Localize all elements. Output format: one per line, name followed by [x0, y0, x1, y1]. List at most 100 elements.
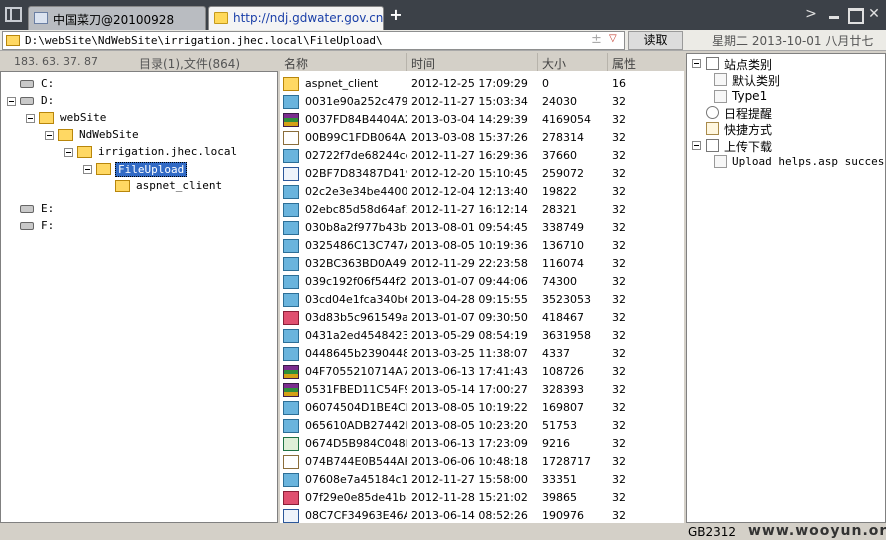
file-size: 136710 [542, 239, 584, 252]
file-row[interactable]: 08C7CF34963E46A... 2013-06-14 08:52:26 190… [280, 507, 684, 523]
file-row[interactable]: 06074504D1BE4CF... 2013-08-05 10:19:22 169… [280, 399, 684, 417]
file-row[interactable]: 07608e7a45184c1... 2012-11-27 15:58:00 333… [280, 471, 684, 489]
hand-icon [706, 122, 719, 136]
file-row[interactable]: 065610ADB27442B... 2013-08-05 10:23:20 517… [280, 417, 684, 435]
file-time: 2013-04-28 09:15:55 [411, 293, 528, 306]
file-row[interactable]: 032BC363BD0A49... 2012-11-29 22:23:58 1160… [280, 255, 684, 273]
collapse-icon[interactable] [7, 97, 16, 106]
file-size: 418467 [542, 311, 584, 324]
file-row[interactable]: 02BF7D83487D419... 2012-12-20 15:10:45 259… [280, 165, 684, 183]
file-row[interactable]: 03d83b5c961549af... 2013-01-07 09:30:50 41… [280, 309, 684, 327]
file-row[interactable]: 074B744E0B544AF... 2013-06-06 10:48:18 172… [280, 453, 684, 471]
file-row[interactable]: 0531FBED11C54F9... 2013-05-14 17:00:27 328… [280, 381, 684, 399]
close-icon[interactable]: ✕ [866, 6, 882, 22]
collapse-icon[interactable] [692, 140, 701, 150]
new-tab-button[interactable]: + [388, 6, 404, 24]
file-row[interactable]: 02c2e3e34be4400... 2012-12-04 12:13:40 198… [280, 183, 684, 201]
status-bar: GB2312 www.wooyun.org [0, 523, 886, 540]
chevron-down-icon[interactable]: ▽ [609, 33, 617, 44]
path-input[interactable]: D:\webSite\NdWebSite\irrigation.jhec.loc… [2, 31, 625, 50]
read-button[interactable]: 读取 [628, 31, 683, 50]
file-row[interactable]: 04F7055210714A7... 2013-06-13 17:41:43 108… [280, 363, 684, 381]
folder-icon [96, 163, 111, 175]
column-attr[interactable]: 属性 [608, 53, 684, 71]
minimize-icon[interactable] [826, 6, 842, 22]
file-name: 0674D5B984C048E... [305, 437, 407, 450]
file-time: 2013-03-08 15:37:26 [411, 131, 528, 144]
file-row[interactable]: 02722f7de68244cc... 2012-11-27 16:29:36 37… [280, 147, 684, 165]
file-attr: 32 [612, 347, 626, 360]
file-attr: 32 [612, 329, 626, 342]
file-row[interactable]: 0037FD84B4404A2... 2013-03-04 14:29:39 416… [280, 111, 684, 129]
file-name: 00B99C1FDB064A... [305, 131, 407, 144]
file-time: 2013-06-13 17:41:43 [411, 365, 528, 378]
file-size: 33351 [542, 473, 577, 486]
collapse-icon[interactable] [45, 131, 54, 140]
file-row[interactable]: 03cd04e1fca340b6... 2013-04-28 09:15:55 35… [280, 291, 684, 309]
date-display: 星期二 2013-10-01 八月廿七 [712, 34, 874, 48]
file-list[interactable]: aspnet_client 2012-12-25 17:09:29 0 16 0031e… [280, 71, 684, 523]
collapse-icon[interactable] [64, 148, 73, 157]
rar-file-icon [283, 365, 299, 379]
maximize-icon[interactable] [846, 6, 864, 24]
file-row[interactable]: 02ebc85d58d64af1... 2012-11-27 16:12:14 28… [280, 201, 684, 219]
file-name: 02ebc85d58d64af1... [305, 203, 407, 216]
side-tree-label: 默认类别 [732, 74, 781, 89]
file-size: 1728717 [542, 455, 591, 468]
file-attr: 32 [612, 437, 626, 450]
tree-node-label: irrigation.jhec.local [98, 145, 238, 158]
file-time: 2013-06-13 17:23:09 [411, 437, 528, 450]
collapse-icon[interactable] [26, 114, 35, 123]
jpg-file-icon [283, 275, 299, 289]
category-icon [706, 138, 719, 152]
jpg-file-icon [283, 401, 299, 415]
file-size: 4169054 [542, 113, 591, 126]
file-row[interactable]: 039c192f06f544f2a... 2013-01-07 09:44:06 7… [280, 273, 684, 291]
clock-icon [706, 105, 719, 119]
file-time: 2012-12-25 17:09:29 [411, 77, 528, 90]
file-row[interactable]: 030b8a2f977b43bf... 2013-08-01 09:54:45 33… [280, 219, 684, 237]
collapse-icon[interactable] [83, 165, 92, 174]
file-row[interactable]: 07f29e0e85de41b8... 2012-11-28 15:21:02 39… [280, 489, 684, 507]
file-name: 0031e90a252c479... [305, 95, 407, 108]
file-row[interactable]: 0325486C13C747A... 2013-08-05 10:19:36 136… [280, 237, 684, 255]
file-row[interactable]: aspnet_client 2012-12-25 17:09:29 0 16 [280, 75, 684, 93]
file-size: 328393 [542, 383, 584, 396]
collapse-icon[interactable] [692, 59, 701, 68]
column-size[interactable]: 大小 [538, 53, 608, 71]
column-name[interactable]: 名称 [280, 53, 407, 71]
tab-caidao[interactable]: 中国菜刀@20100928 [28, 6, 206, 30]
file-row[interactable]: 00B99C1FDB064A... 2013-03-08 15:37:26 2783… [280, 129, 684, 147]
file-name: 06074504D1BE4CF... [305, 401, 407, 414]
file-name: 032BC363BD0A49... [305, 257, 407, 270]
file-name: 074B744E0B544AF... [305, 455, 407, 468]
file-size: 338749 [542, 221, 584, 234]
tree-node-label: C: [41, 77, 55, 90]
xls-file-icon [283, 437, 299, 451]
png-file-icon [283, 491, 299, 505]
jpg-file-icon [283, 203, 299, 217]
file-attr: 32 [612, 311, 626, 324]
file-size: 51753 [542, 419, 577, 432]
file-name: 0531FBED11C54F9... [305, 383, 407, 396]
encoding-label[interactable]: GB2312 [688, 525, 736, 539]
file-row[interactable]: 0031e90a252c479... 2012-11-27 15:03:34 240… [280, 93, 684, 111]
app-panel-icon[interactable] [5, 7, 22, 22]
tab-file-manager[interactable]: http://ndj.gdwater.gov.cn/File... [208, 6, 384, 30]
jpg-file-icon [283, 257, 299, 271]
file-time: 2012-12-04 12:13:40 [411, 185, 528, 198]
plus-minus-icon[interactable]: ± [591, 32, 602, 47]
file-time: 2013-08-01 09:54:45 [411, 221, 528, 234]
folder-icon [6, 35, 20, 46]
directory-tree[interactable]: C: D: webSite NdWebSite irrigation.jhec.loca… [0, 71, 278, 523]
left-panel-header: 183. 63. 37. 87 目录(1),文件(864) [0, 53, 278, 71]
file-time: 2013-05-29 08:54:19 [411, 329, 528, 342]
side-tree-label: 快捷方式 [724, 123, 773, 138]
side-tree-panel[interactable]: 站点类别 默认类别 Type1 日程提醒 快捷方式 上传下载 Upload helps.as… [686, 53, 886, 523]
rar-file-icon [283, 113, 299, 127]
chevron-right-icon[interactable]: > [803, 6, 819, 22]
column-time[interactable]: 时间 [407, 53, 538, 71]
file-row[interactable]: 0431a2ed4548423... 2013-05-29 08:54:19 363… [280, 327, 684, 345]
file-row[interactable]: 0448645b2390448... 2013-03-25 11:38:07 433… [280, 345, 684, 363]
file-row[interactable]: 0674D5B984C048E... 2013-06-13 17:23:09 921… [280, 435, 684, 453]
